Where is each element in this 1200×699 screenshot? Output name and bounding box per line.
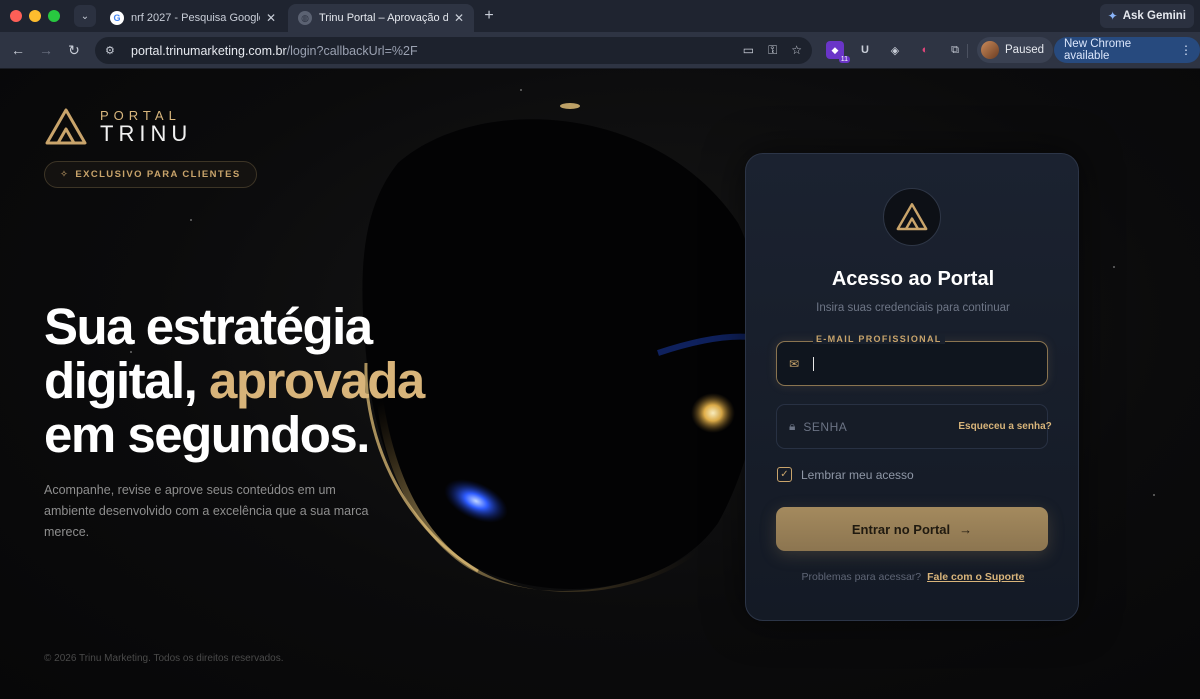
extension-icon[interactable]: ◆ 11: [826, 41, 850, 63]
lock-icon: 🔒︎: [789, 419, 796, 433]
tab-title: Trinu Portal – Aprovação de C: [319, 12, 448, 24]
star-decoration: [520, 89, 522, 91]
profile-status: Paused: [1005, 44, 1045, 56]
maximize-window-button[interactable]: [48, 10, 60, 22]
arrow-right-icon: →: [39, 42, 53, 58]
chrome-update-button[interactable]: New Chrome available ⋮: [1054, 37, 1200, 63]
arrow-left-icon: ←: [11, 42, 25, 58]
close-icon[interactable]: ✕: [266, 11, 276, 25]
minimize-window-button[interactable]: [29, 10, 41, 22]
login-title: Acesso ao Portal: [831, 268, 995, 290]
close-window-button[interactable]: [10, 10, 22, 22]
login-page: PORTAL TRINU ✧ EXCLUSIVO PARA CLIENTES S…: [0, 69, 1200, 699]
password-field[interactable]: 🔒︎ Esqueceu a senha?: [776, 404, 1052, 449]
login-submit-button[interactable]: Entrar no Portal →: [776, 507, 1048, 551]
browser-toolbar: ← → ↻ ⚙ portal.trinumarketing.com.br/log…: [0, 32, 1200, 69]
trinu-logo-icon: [896, 203, 928, 231]
star-decoration: [190, 219, 192, 221]
google-icon: G: [110, 11, 124, 25]
extensions-area: ◆ 11 U ◈ ◐ ⧉: [826, 41, 964, 63]
sparkle-icon: ✧: [60, 169, 70, 180]
tab-search-button[interactable]: ⌄: [74, 5, 96, 27]
headline-line-1: Sua estratégia: [44, 298, 373, 355]
brand-name-text: TRINU: [100, 121, 193, 146]
extensions-menu-icon[interactable]: ⧉: [946, 41, 964, 59]
install-app-icon[interactable]: ▭: [743, 43, 754, 58]
tab-trinu-portal[interactable]: ◍ Trinu Portal – Aprovação de C ✕: [288, 4, 474, 32]
omnibox-actions: ▭ ⚿ ☆: [743, 43, 802, 58]
arrow-right-icon: →: [959, 521, 973, 537]
card-logo: [883, 188, 941, 246]
close-icon[interactable]: ✕: [454, 11, 464, 25]
exclusive-badge-label: EXCLUSIVO PARA CLIENTES: [75, 169, 241, 180]
exclusive-badge: ✧ EXCLUSIVO PARA CLIENTES: [44, 161, 257, 188]
url-text[interactable]: portal.trinumarketing.com.br/login?callb…: [131, 44, 743, 58]
globe-icon: ◍: [298, 11, 312, 25]
tab-google-search[interactable]: G nrf 2027 - Pesquisa Google ✕: [100, 4, 286, 32]
toolbar-divider: [967, 44, 968, 58]
profile-button[interactable]: Paused: [977, 37, 1054, 63]
reload-icon: ↻: [68, 41, 80, 58]
star-icon[interactable]: ☆: [791, 43, 802, 58]
site-info-icon[interactable]: ⚙: [105, 44, 123, 57]
star-decoration: [1113, 266, 1115, 268]
hero-subtext: Acompanhe, revise e aprove seus conteúdo…: [44, 483, 369, 539]
puzzle-extension-icon[interactable]: ◈: [886, 41, 904, 59]
tab-title: nrf 2027 - Pesquisa Google: [131, 12, 260, 24]
forgot-password-link[interactable]: Esqueceu a senha?: [958, 421, 1051, 432]
avatar: [981, 41, 999, 59]
gemini-sparkle-icon: ✦: [1107, 9, 1118, 23]
u-extension-icon[interactable]: U: [856, 41, 874, 59]
remember-me[interactable]: ✓ Lembrar meu acesso: [777, 467, 914, 482]
key-icon[interactable]: ⚿: [768, 43, 777, 58]
login-subtitle: Insira suas credenciais para continuar: [816, 302, 1010, 314]
help-question: Problemas para acessar?: [801, 571, 922, 583]
support-link[interactable]: Fale com o Suporte: [927, 571, 1024, 583]
url-path: /login?callbackUrl=%2F: [286, 43, 418, 58]
help-text: Problemas para acessar? Fale com o Supor…: [746, 571, 1080, 583]
url-host: portal.trinumarketing.com.br: [131, 43, 287, 58]
star-decoration: [1153, 494, 1155, 496]
forward-button[interactable]: →: [36, 40, 56, 60]
color-extension-icon[interactable]: ◐: [916, 41, 934, 59]
trinu-logo-icon: [45, 108, 87, 145]
headline-line-3: em segundos.: [44, 406, 370, 463]
more-menu-icon[interactable]: ⋮: [1180, 43, 1192, 57]
update-label: New Chrome available: [1064, 38, 1132, 62]
password-input[interactable]: [803, 419, 959, 434]
ask-gemini-label: Ask Gemini: [1122, 10, 1186, 22]
extension-badge: 11: [838, 56, 850, 63]
ask-gemini-button[interactable]: ✦ Ask Gemini: [1099, 4, 1194, 28]
brand-wordmark: PORTAL TRINU: [100, 109, 192, 145]
mail-icon: ✉: [789, 356, 800, 371]
text-caret: [813, 356, 814, 371]
login-card: Acesso ao Portal Insira suas credenciais…: [745, 153, 1079, 621]
hero-headline: Sua estratégia digital, aprovada em segu…: [44, 298, 425, 463]
chevron-down-icon: ⌄: [80, 10, 90, 22]
submit-label: Entrar no Portal: [851, 521, 951, 537]
remember-checkbox[interactable]: ✓: [777, 467, 792, 482]
email-input[interactable]: [822, 356, 1035, 371]
email-label: E-MAIL PROFISSIONAL: [813, 334, 945, 344]
remember-label: Lembrar meu acesso: [801, 467, 914, 482]
headline-highlight: aprovada: [209, 352, 425, 409]
address-bar[interactable]: ⚙ portal.trinumarketing.com.br/login?cal…: [95, 37, 812, 64]
headline-line-2: digital,: [44, 352, 209, 409]
back-button[interactable]: ←: [8, 40, 28, 60]
reload-button[interactable]: ↻: [64, 40, 84, 60]
email-field[interactable]: ✉: [776, 341, 1048, 386]
brand-logo[interactable]: PORTAL TRINU: [44, 107, 192, 147]
copyright-text: © 2026 Trinu Marketing. Todos os direito…: [44, 653, 284, 664]
browser-tab-bar: ⌄ G nrf 2027 - Pesquisa Google ✕ ◍ Trinu…: [0, 0, 1200, 32]
new-tab-button[interactable]: +: [480, 6, 498, 26]
